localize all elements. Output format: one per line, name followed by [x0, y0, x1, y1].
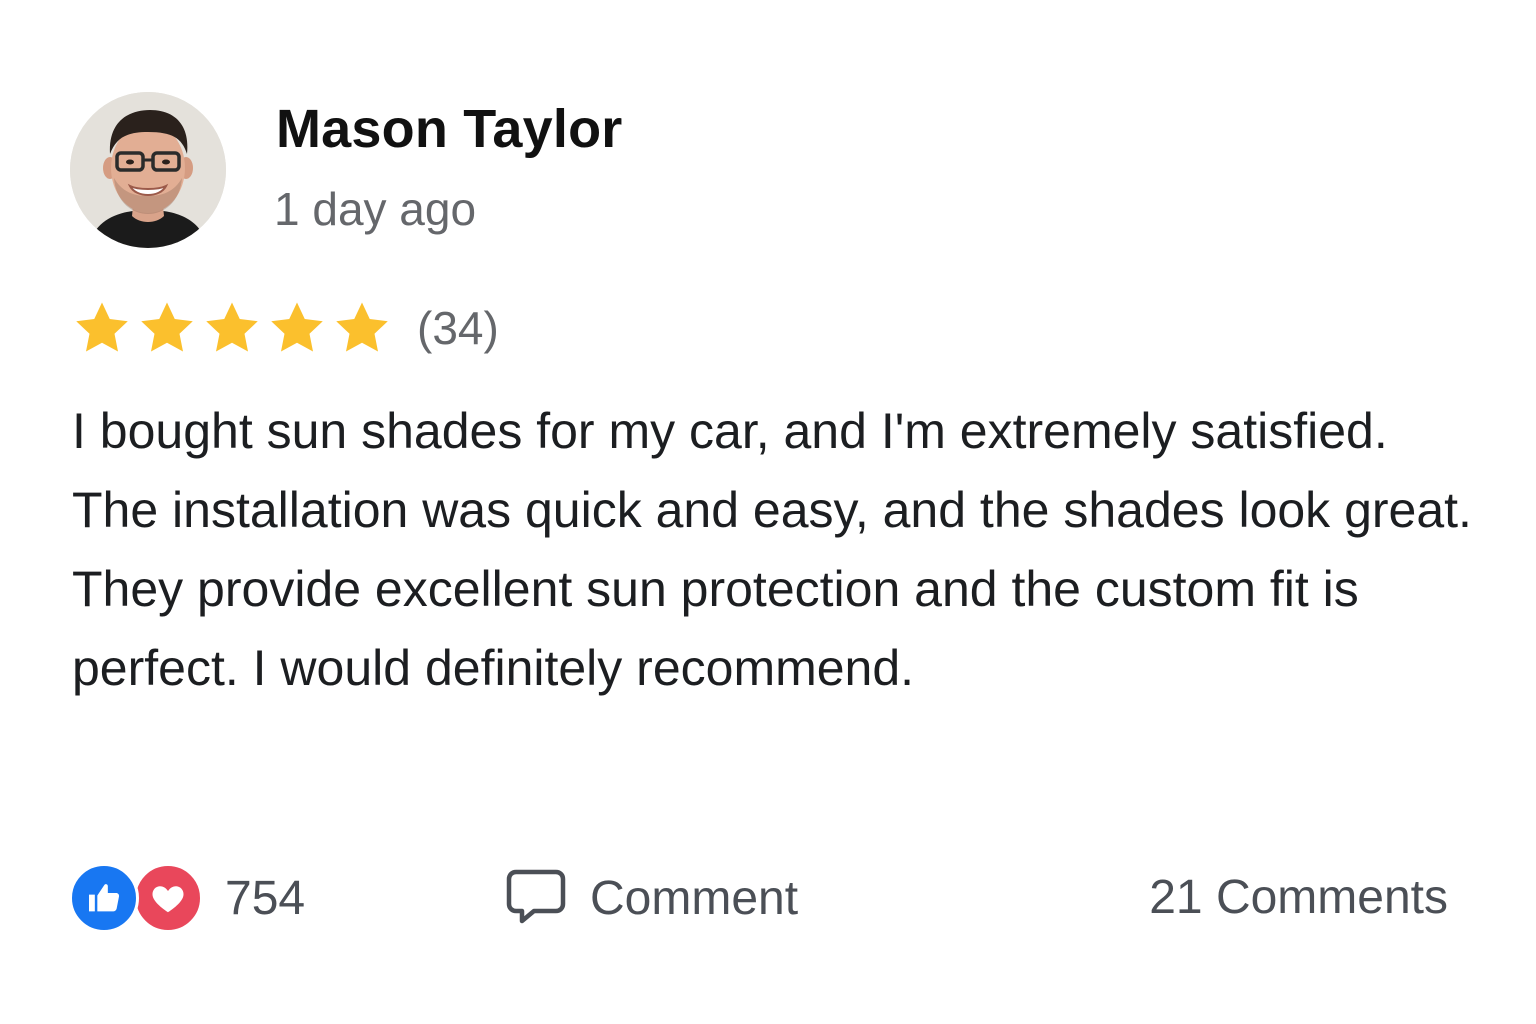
- heart-icon: [133, 863, 203, 933]
- star-icon: [271, 302, 323, 352]
- author-name[interactable]: Mason Taylor: [276, 98, 622, 160]
- stars-group: [72, 298, 397, 358]
- review-card: Mason Taylor 1 day ago (34) I bought sun…: [0, 0, 1536, 1024]
- comments-count-link[interactable]: 21 Comments: [1149, 870, 1448, 925]
- review-timestamp[interactable]: 1 day ago: [274, 182, 476, 236]
- review-actions: 754 Comment 21 Comments: [69, 862, 1448, 934]
- comment-button[interactable]: Comment: [506, 864, 798, 932]
- rating-count: (34): [417, 302, 499, 354]
- reaction-count: 754: [225, 871, 306, 925]
- star-icon: [141, 302, 193, 352]
- reactions-summary[interactable]: 754: [69, 863, 306, 933]
- avatar-photo: [70, 92, 226, 248]
- star-icon: [76, 302, 128, 352]
- star-icon: [206, 302, 258, 352]
- star-icon: [336, 302, 388, 352]
- thumbs-up-icon: [69, 863, 139, 933]
- avatar[interactable]: [70, 92, 226, 248]
- comment-bubble-icon: [506, 866, 566, 931]
- comment-button-label: Comment: [590, 871, 799, 925]
- star-rating: (34): [72, 296, 499, 360]
- review-text: I bought sun shades for my car, and I'm …: [72, 403, 1472, 696]
